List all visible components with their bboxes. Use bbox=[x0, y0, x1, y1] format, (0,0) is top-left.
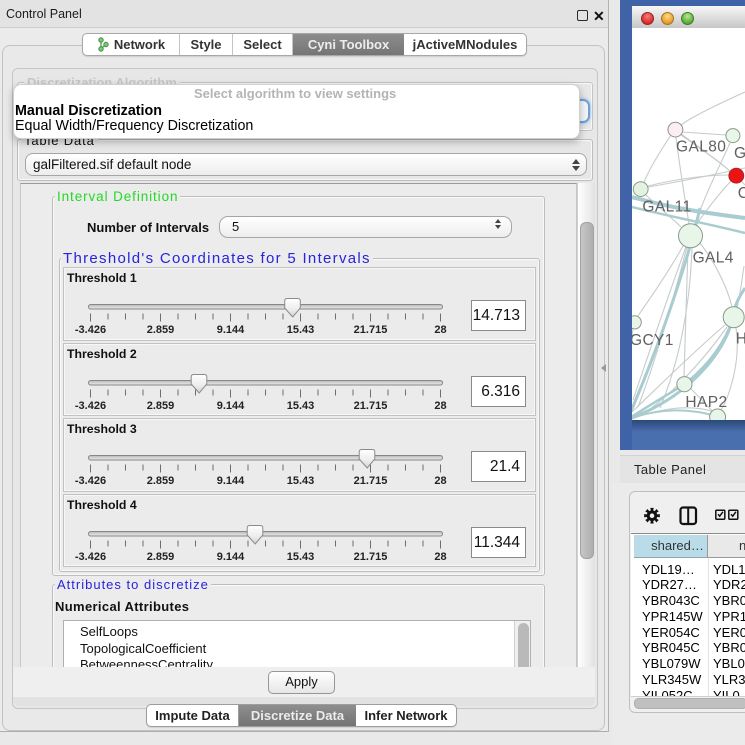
svg-text:-3.426: -3.426 bbox=[74, 324, 105, 336]
svg-text:9.144: 9.144 bbox=[216, 551, 244, 563]
svg-text:15.43: 15.43 bbox=[286, 551, 314, 563]
svg-text:15.43: 15.43 bbox=[286, 400, 314, 412]
svg-text:HAP2: HAP2 bbox=[685, 394, 727, 411]
svg-text:21.715: 21.715 bbox=[353, 551, 387, 563]
svg-text:-3.426: -3.426 bbox=[74, 551, 105, 563]
svg-text:C: C bbox=[738, 185, 745, 202]
svg-text:GAL80: GAL80 bbox=[676, 139, 726, 156]
svg-text:9.144: 9.144 bbox=[216, 324, 244, 336]
svg-text:28: 28 bbox=[434, 400, 446, 412]
svg-text:GCY1: GCY1 bbox=[632, 332, 674, 349]
svg-text:28: 28 bbox=[434, 475, 446, 487]
svg-text:2.859: 2.859 bbox=[146, 551, 174, 563]
svg-text:2.859: 2.859 bbox=[146, 324, 174, 336]
svg-text:15.43: 15.43 bbox=[286, 324, 314, 336]
svg-text:21.715: 21.715 bbox=[353, 324, 387, 336]
svg-text:9.144: 9.144 bbox=[216, 400, 244, 412]
svg-text:GAL4: GAL4 bbox=[693, 250, 734, 267]
svg-text:H: H bbox=[736, 331, 745, 348]
svg-text:2.859: 2.859 bbox=[146, 475, 174, 487]
svg-text:-3.426: -3.426 bbox=[74, 400, 105, 412]
svg-text:28: 28 bbox=[434, 324, 446, 336]
svg-text:21.715: 21.715 bbox=[353, 475, 387, 487]
svg-text:GA: GA bbox=[734, 145, 745, 162]
svg-text:-3.426: -3.426 bbox=[74, 475, 105, 487]
svg-text:21.715: 21.715 bbox=[353, 400, 387, 412]
svg-text:15.43: 15.43 bbox=[286, 475, 314, 487]
svg-text:GAL11: GAL11 bbox=[642, 199, 691, 216]
svg-text:2.859: 2.859 bbox=[146, 400, 174, 412]
svg-text:28: 28 bbox=[434, 551, 446, 563]
svg-text:9.144: 9.144 bbox=[216, 475, 244, 487]
